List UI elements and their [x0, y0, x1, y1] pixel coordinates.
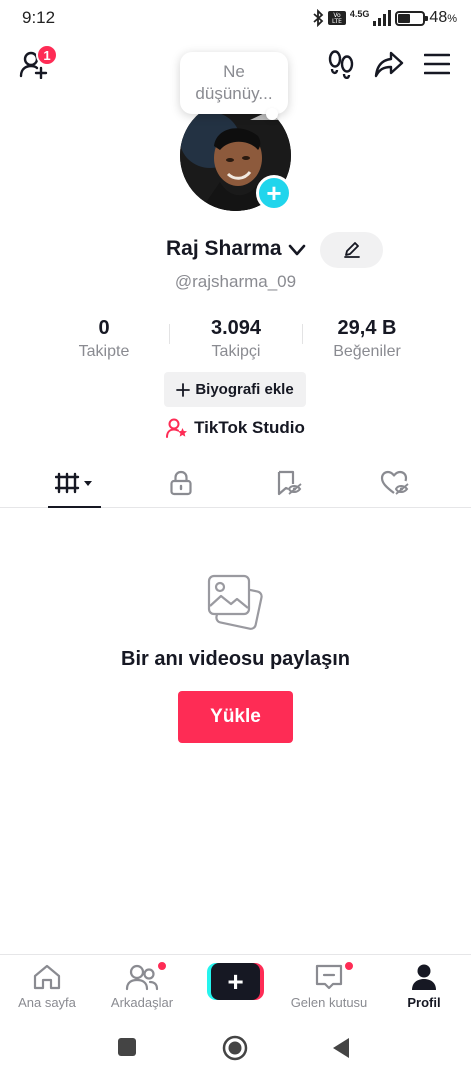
nav-label: Gelen kutusu [290, 995, 368, 1010]
stat-label: Beğeniler [333, 343, 401, 360]
bookmark-icon [277, 470, 302, 496]
create-button[interactable]: + [207, 963, 264, 1000]
svg-text:LTE: LTE [332, 18, 342, 25]
bottom-nav: Ana sayfa Arkadaşlar + Gelen kutusu Prof… [0, 954, 471, 1020]
stat-label: Takipçi [211, 343, 261, 360]
system-nav-bar [0, 1020, 471, 1080]
heart-icon [380, 470, 409, 495]
name-row: Raj Sharma [0, 232, 471, 268]
menu-button[interactable] [421, 48, 453, 80]
profile-name: Raj Sharma [166, 237, 282, 260]
videos-grid-icon [55, 472, 92, 494]
nav-inbox[interactable]: Gelen kutusu [284, 961, 374, 1019]
divider [169, 324, 170, 344]
stat-value: 0 [98, 317, 110, 339]
volte-icon: VoLTE [327, 11, 346, 25]
home-circle-icon[interactable] [222, 1035, 248, 1061]
plus-icon: + [211, 963, 260, 1000]
add-bio-button[interactable]: Biyografi ekle [164, 372, 306, 407]
status-bar: 9:12 Vo LTE 4.5G 48% [0, 0, 471, 36]
edit-profile-button[interactable] [320, 232, 383, 268]
recents-icon[interactable] [117, 1037, 137, 1057]
nav-profile[interactable]: Profil [379, 961, 469, 1019]
nav-label: Profil [407, 995, 441, 1010]
upload-button[interactable]: Yükle [178, 691, 293, 743]
notification-badge: 1 [36, 44, 58, 66]
status-time: 9:12 [22, 8, 56, 27]
chevron-down-icon[interactable] [287, 242, 307, 258]
plus-icon: + [266, 178, 282, 208]
stat-label: Takipte [78, 343, 130, 360]
stat-likes[interactable]: 29,4 B Beğeniler [302, 316, 432, 363]
notification-dot [344, 961, 354, 971]
home-icon [33, 964, 61, 990]
menu-icon [424, 53, 450, 75]
friends-icon [125, 964, 159, 991]
share-profile-button[interactable] [373, 48, 405, 80]
studio-label: TikTok Studio [194, 418, 305, 437]
pencil-icon [343, 242, 360, 258]
content-tabs [0, 458, 471, 508]
network-label: 4.5G [349, 9, 370, 19]
tab-private[interactable] [141, 458, 221, 508]
profile-stats: 0 Takipte 3.094 Takipçi 29,4 B Beğeniler [0, 316, 471, 364]
footprints-icon [328, 50, 354, 79]
notification-dot [157, 961, 167, 971]
photos-icon [207, 574, 263, 630]
battery-icon [395, 10, 429, 26]
active-tab-indicator [48, 506, 101, 508]
stat-value: 29,4 B [337, 317, 397, 339]
profile-icon [412, 964, 436, 990]
plus-icon [176, 382, 191, 397]
tab-liked[interactable] [355, 458, 435, 508]
nav-home[interactable]: Ana sayfa [2, 961, 92, 1019]
nav-label: Ana sayfa [18, 995, 76, 1010]
add-friends-button[interactable]: 1 [18, 44, 58, 80]
bluetooth-icon [313, 9, 324, 27]
share-icon [374, 51, 404, 78]
thought-bubble[interactable]: Ne düşünüy... [180, 52, 288, 120]
back-icon[interactable] [331, 1037, 351, 1059]
nav-label: Arkadaşlar [110, 995, 174, 1010]
signal-icon [373, 10, 392, 26]
stat-following[interactable]: 0 Takipte [39, 316, 169, 363]
tab-videos[interactable] [35, 458, 115, 508]
lock-icon [170, 470, 192, 496]
status-icons: Vo LTE 4.5G 48% [312, 7, 457, 29]
tab-saved[interactable] [249, 458, 329, 508]
stat-followers[interactable]: 3.094 Takipçi [171, 316, 301, 363]
username: @rajsharma_09 [174, 272, 297, 291]
battery-level: 48% [429, 9, 457, 26]
footprints-button[interactable] [325, 48, 357, 80]
add-avatar-button[interactable]: + [256, 175, 292, 211]
empty-state-title: Bir anı videosu paylaşın [121, 648, 350, 670]
nav-friends[interactable]: Arkadaşlar [97, 961, 187, 1019]
inbox-icon [315, 964, 343, 990]
tiktok-studio-link[interactable]: TikTok Studio [0, 418, 471, 438]
add-bio-label: Biyografi ekle [195, 381, 294, 398]
studio-icon [166, 418, 188, 438]
stat-value: 3.094 [210, 317, 262, 339]
